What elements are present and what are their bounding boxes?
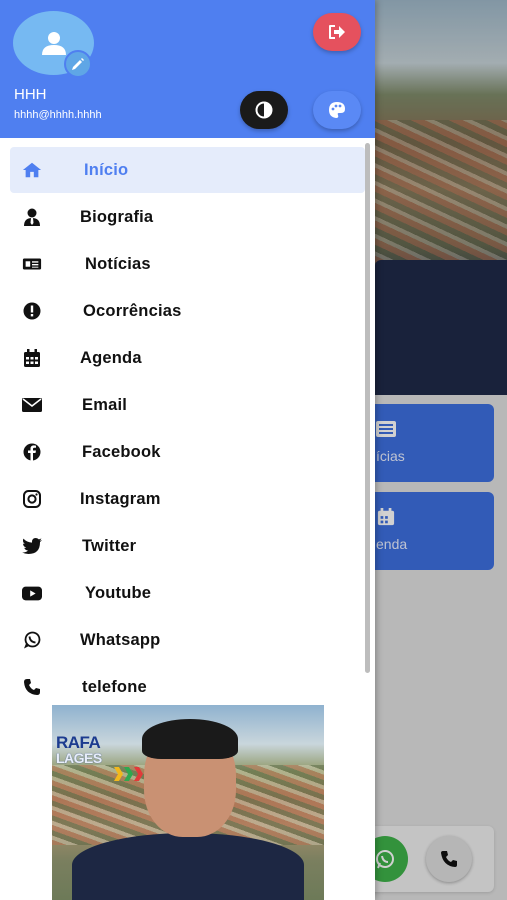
menu-item-label: Email bbox=[82, 396, 128, 414]
user-email: hhhh@hhhh.hhhh bbox=[14, 109, 102, 121]
menu-item-facebook[interactable]: Facebook bbox=[10, 429, 365, 475]
menu-item-agenda[interactable]: Agenda bbox=[10, 335, 365, 381]
sign-out-icon bbox=[329, 25, 345, 39]
drawer-scrim[interactable] bbox=[375, 0, 507, 900]
menu-item-label: Instagram bbox=[80, 490, 161, 508]
contrast-toggle-button[interactable] bbox=[240, 91, 288, 129]
whatsapp-icon bbox=[22, 630, 42, 650]
home-icon bbox=[22, 160, 42, 180]
menu-item-label: telefone bbox=[82, 678, 147, 696]
logo-chevrons bbox=[114, 767, 143, 781]
user-name: HHH bbox=[14, 86, 47, 103]
edit-avatar-button[interactable] bbox=[64, 50, 92, 78]
user-tie-icon bbox=[22, 207, 42, 227]
menu-item-email[interactable]: Email bbox=[10, 382, 365, 428]
navigation-drawer: HHH hhhh@hhhh.hhhh Início Biografia Notí… bbox=[0, 0, 375, 900]
logout-button[interactable] bbox=[313, 13, 361, 51]
menu-item-label: Agenda bbox=[80, 349, 142, 367]
menu-item-youtube[interactable]: Youtube bbox=[10, 570, 365, 616]
menu-item-label: Twitter bbox=[82, 537, 137, 555]
menu-item-twitter[interactable]: Twitter bbox=[10, 523, 365, 569]
menu-item-biografia[interactable]: Biografia bbox=[10, 194, 365, 240]
theme-color-button[interactable] bbox=[313, 91, 361, 129]
pencil-icon bbox=[72, 58, 84, 70]
alert-icon bbox=[22, 301, 42, 321]
menu-item-instagram[interactable]: Instagram bbox=[10, 476, 365, 522]
user-icon bbox=[41, 32, 66, 55]
facebook-icon bbox=[22, 442, 42, 462]
calendar-icon bbox=[22, 348, 42, 368]
drawer-header: HHH hhhh@hhhh.hhhh bbox=[0, 0, 375, 138]
menu-item-label: Notícias bbox=[85, 255, 151, 273]
menu-scrollbar[interactable] bbox=[365, 143, 370, 673]
menu-item-label: Facebook bbox=[82, 443, 161, 461]
phone-icon bbox=[22, 677, 42, 697]
menu-item-noticias[interactable]: Notícias bbox=[10, 241, 365, 287]
menu-item-label: Whatsapp bbox=[80, 631, 161, 649]
campaign-banner-image: RAFA LAGES bbox=[52, 705, 324, 900]
campaign-logo: RAFA LAGES bbox=[54, 733, 144, 781]
menu-item-inicio[interactable]: Início bbox=[10, 147, 365, 193]
menu-item-label: Início bbox=[84, 161, 129, 179]
twitter-icon bbox=[22, 536, 42, 556]
contrast-icon bbox=[255, 101, 273, 119]
youtube-icon bbox=[22, 583, 42, 603]
instagram-icon bbox=[22, 489, 42, 509]
drawer-menu: Início Biografia Notícias Ocorrências Ag… bbox=[0, 138, 375, 703]
menu-item-ocorrencias[interactable]: Ocorrências bbox=[10, 288, 365, 334]
logo-text-bottom: LAGES bbox=[56, 750, 102, 766]
palette-icon bbox=[329, 102, 345, 118]
menu-item-label: Ocorrências bbox=[83, 302, 182, 320]
menu-item-whatsapp[interactable]: Whatsapp bbox=[10, 617, 365, 663]
envelope-icon bbox=[22, 395, 42, 415]
menu-item-label: Biografia bbox=[80, 208, 154, 226]
menu-item-label: Youtube bbox=[85, 584, 152, 602]
newspaper-icon bbox=[22, 254, 42, 274]
menu-item-telefone[interactable]: telefone bbox=[10, 664, 365, 703]
